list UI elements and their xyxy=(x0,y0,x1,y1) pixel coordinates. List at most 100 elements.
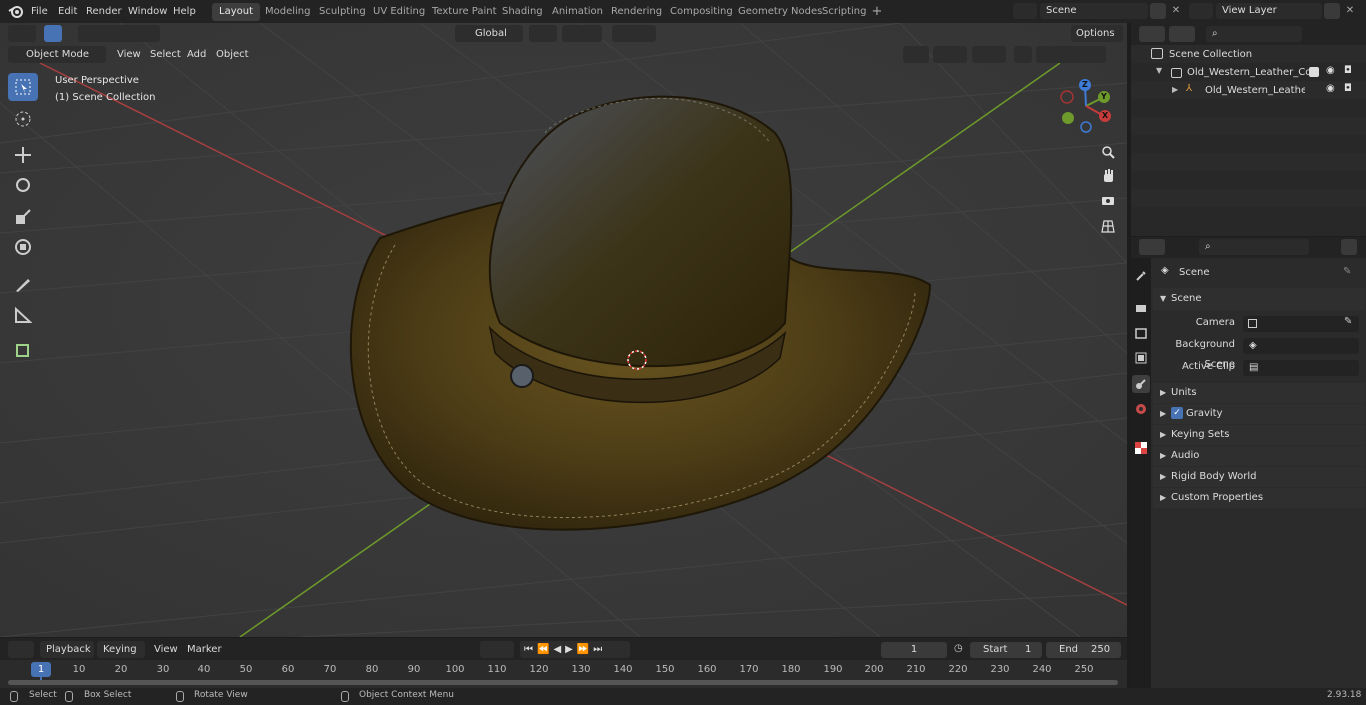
tool-select-box[interactable] xyxy=(8,73,38,101)
options-dropdown[interactable]: Options xyxy=(1071,25,1123,42)
tab-shading[interactable]: Shading xyxy=(495,3,550,21)
perspective-toggle-icon[interactable] xyxy=(1098,216,1118,236)
viewport-menu-view[interactable]: View xyxy=(117,46,141,63)
pan-hand-icon[interactable] xyxy=(1098,166,1118,186)
menu-file[interactable]: File xyxy=(31,0,48,23)
snap-icon[interactable] xyxy=(562,25,602,42)
expand-arrow-icon[interactable]: ▶ xyxy=(1172,85,1178,94)
tab-sculpting[interactable]: Sculpting xyxy=(312,3,373,21)
outliner-search-input[interactable]: ⌕ xyxy=(1206,26,1302,42)
editor-type-icon[interactable] xyxy=(8,25,36,42)
select-tool-icon[interactable] xyxy=(44,25,62,42)
background-scene-field[interactable]: ◈ xyxy=(1243,338,1359,354)
delete-scene-icon[interactable]: ✕ xyxy=(1169,3,1183,19)
tab-scripting[interactable]: Scripting xyxy=(815,3,873,21)
pivot-point-icon[interactable] xyxy=(529,25,557,42)
tool-scale[interactable] xyxy=(8,203,38,231)
world-properties-tab-icon[interactable] xyxy=(1132,400,1150,418)
filter-icon[interactable] xyxy=(1318,26,1344,42)
timeline-editor-type-icon[interactable] xyxy=(8,641,34,658)
zoom-icon[interactable] xyxy=(1098,142,1118,162)
shading-dropdown-icon[interactable] xyxy=(1106,46,1122,63)
3d-viewport[interactable]: Object Mode View Select Add Object Globa… xyxy=(0,23,1127,637)
outliner-item-object[interactable]: Old_Western_Leather_Cc xyxy=(1205,85,1305,96)
selection-mode-icons[interactable] xyxy=(78,25,160,42)
start-frame-field[interactable]: 1 xyxy=(1025,642,1031,658)
end-frame-field[interactable]: 250 xyxy=(1091,642,1110,658)
timeline-menu-playback[interactable]: Playback xyxy=(40,641,94,658)
gravity-panel-header[interactable] xyxy=(1153,404,1365,424)
scene-properties-tab-icon[interactable] xyxy=(1132,375,1150,393)
tool-move[interactable] xyxy=(8,141,38,169)
texture-properties-tab-icon[interactable] xyxy=(1132,439,1150,457)
tool-cursor[interactable] xyxy=(8,105,38,133)
outliner-editor-type-icon[interactable] xyxy=(1139,26,1165,42)
properties-editor-type-icon[interactable] xyxy=(1139,239,1165,255)
view-layer-properties-tab-icon[interactable] xyxy=(1132,349,1150,367)
overlay-toggle-icon[interactable] xyxy=(972,46,1006,63)
scene-field[interactable]: Scene xyxy=(1040,3,1148,19)
timeline-menu-marker[interactable]: Marker xyxy=(187,641,222,658)
tool-annotate[interactable] xyxy=(8,270,38,298)
new-scene-icon[interactable] xyxy=(1150,3,1166,19)
timeline-scrollbar[interactable] xyxy=(8,680,1118,685)
tab-layout[interactable]: Layout xyxy=(212,3,260,21)
tool-rotate[interactable] xyxy=(8,171,38,199)
gizmo-toggle-icon[interactable] xyxy=(933,46,967,63)
properties-search-input[interactable]: ⌕ xyxy=(1199,239,1309,255)
pin-icon[interactable]: ✎ xyxy=(1343,266,1351,277)
visibility-icon[interactable] xyxy=(903,46,929,63)
render-camera-icon[interactable]: ◘ xyxy=(1344,65,1352,76)
transform-orientation-dropdown[interactable]: Global xyxy=(455,25,523,42)
shading-mode-icons[interactable] xyxy=(1036,46,1106,63)
scene-selector-icon[interactable] xyxy=(1013,3,1037,19)
blender-logo-icon[interactable] xyxy=(8,4,24,19)
tool-transform[interactable] xyxy=(8,233,38,261)
properties-options-icon[interactable] xyxy=(1341,239,1357,255)
eye-icon[interactable]: ◉ xyxy=(1326,83,1335,94)
object-mode-dropdown[interactable]: Object Mode xyxy=(8,46,106,63)
tab-rendering[interactable]: Rendering xyxy=(604,3,669,21)
view-layer-selector-icon[interactable] xyxy=(1189,3,1213,19)
gravity-checkbox[interactable]: ✓ xyxy=(1171,407,1183,419)
tab-texture-paint[interactable]: Texture Paint xyxy=(425,3,504,21)
scene-collection-label[interactable]: Scene Collection xyxy=(1169,49,1252,60)
tab-animation[interactable]: Animation xyxy=(545,3,610,21)
current-frame-field[interactable]: 1 xyxy=(881,642,947,658)
render-camera-icon[interactable]: ◘ xyxy=(1344,83,1352,94)
tab-uv-editing[interactable]: UV Editing xyxy=(366,3,432,21)
render-properties-tab-icon[interactable] xyxy=(1132,299,1150,317)
viewport-menu-select[interactable]: Select xyxy=(150,46,181,63)
eye-icon[interactable]: ◉ xyxy=(1326,65,1335,76)
xray-toggle-icon[interactable] xyxy=(1014,46,1032,63)
new-collection-icon[interactable] xyxy=(1350,26,1364,42)
expand-arrow-icon[interactable]: ▼ xyxy=(1156,66,1162,75)
active-clip-field[interactable]: ▤ xyxy=(1243,360,1359,376)
display-mode-icon[interactable] xyxy=(1169,26,1195,42)
tab-compositing[interactable]: Compositing xyxy=(663,3,740,21)
add-workspace-button[interactable]: + xyxy=(870,3,884,20)
camera-field[interactable] xyxy=(1243,316,1359,332)
timeline-menu-keying[interactable]: Keying xyxy=(97,641,145,658)
proportional-edit-icon[interactable] xyxy=(612,25,656,42)
camera-view-icon[interactable] xyxy=(1098,190,1118,210)
tool-properties-tab-icon[interactable] xyxy=(1132,267,1150,285)
menu-window[interactable]: Window xyxy=(128,0,167,23)
outliner-item-collection[interactable]: Old_Western_Leather_Cowbc xyxy=(1187,67,1309,78)
record-icon[interactable] xyxy=(480,641,514,658)
menu-help[interactable]: Help xyxy=(173,0,196,23)
eyedropper-icon[interactable]: ✎ xyxy=(1344,316,1352,327)
stopwatch-icon[interactable]: ◷ xyxy=(954,643,963,654)
delete-view-layer-icon[interactable]: ✕ xyxy=(1343,3,1357,19)
view-layer-field[interactable]: View Layer xyxy=(1216,3,1322,19)
tool-measure[interactable] xyxy=(8,301,38,329)
new-view-layer-icon[interactable] xyxy=(1324,3,1340,19)
viewport-menu-add[interactable]: Add xyxy=(187,46,206,63)
timeline-menu-view[interactable]: View xyxy=(154,641,178,658)
output-properties-tab-icon[interactable] xyxy=(1132,324,1150,342)
menu-render[interactable]: Render xyxy=(86,0,122,23)
playback-controls[interactable]: ⏮⏪◀▶⏩⏭ xyxy=(520,641,630,658)
tab-modeling[interactable]: Modeling xyxy=(258,3,318,21)
tool-add-cube[interactable] xyxy=(8,335,38,363)
exclude-checkbox[interactable] xyxy=(1309,67,1319,77)
